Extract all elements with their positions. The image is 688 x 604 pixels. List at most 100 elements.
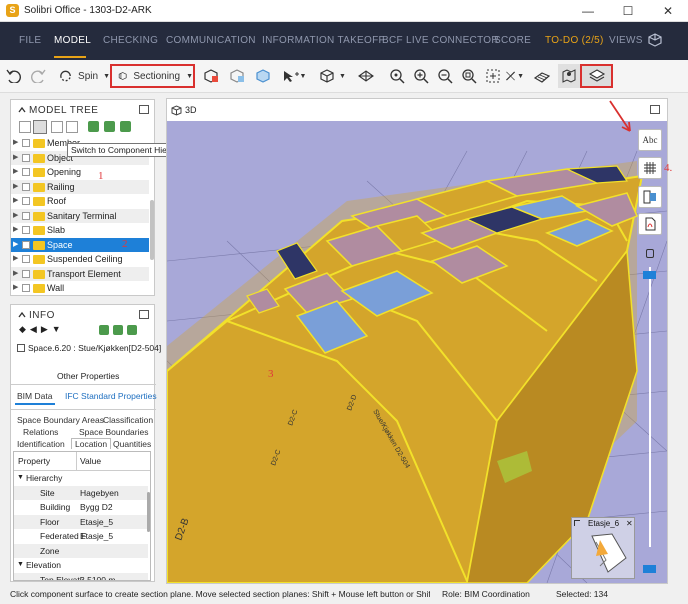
chevron-down-icon: ▼ bbox=[339, 72, 346, 80]
link-icon[interactable] bbox=[99, 325, 109, 335]
table-row[interactable]: Top Elevati 3.5100 m bbox=[14, 572, 148, 580]
table-row[interactable]: Site Hagebyen bbox=[14, 485, 148, 500]
table-row[interactable]: Floor Etasje_5 bbox=[14, 514, 148, 529]
maximize-button[interactable]: ☐ bbox=[608, 0, 648, 22]
compare-views-icon[interactable] bbox=[638, 186, 662, 208]
tab-identification[interactable]: Identification bbox=[17, 439, 65, 449]
perspective-icon[interactable] bbox=[354, 64, 378, 88]
tree-item-sanitary-terminal[interactable]: ▶ Sanitary Terminal bbox=[11, 208, 149, 223]
toolbar: Spin ▼ Sectioning ▼ ▼ ▼ ▼ bbox=[0, 60, 688, 93]
spin-label: Spin bbox=[78, 70, 99, 82]
tab-space-boundaries[interactable]: Space Boundaries bbox=[79, 427, 148, 437]
zoom-window-icon[interactable] bbox=[458, 64, 480, 88]
tree-item-opening[interactable]: ▶ Opening bbox=[11, 165, 149, 180]
tree-item-space[interactable]: ▶ Space bbox=[11, 237, 149, 252]
model-tree-panel: MODEL TREE ▶ Member ▶ Object ▶ Opening ▶ Rai… bbox=[10, 99, 155, 296]
filter-tree-icon[interactable] bbox=[66, 121, 78, 133]
tab-bim-data[interactable]: BIM Data bbox=[17, 391, 52, 401]
expand-all-icon[interactable] bbox=[19, 121, 31, 133]
menu-model[interactable]: MODEL bbox=[54, 35, 91, 46]
undo-button[interactable] bbox=[4, 64, 24, 88]
zoom-in-icon[interactable] bbox=[410, 64, 432, 88]
table-row[interactable]: ▼ Hierarchy bbox=[14, 471, 148, 486]
tab-quantities[interactable]: Quantities bbox=[113, 439, 151, 449]
tree-item-roof[interactable]: ▶ Roof bbox=[11, 194, 149, 209]
close-window-button[interactable]: ✕ bbox=[648, 0, 688, 22]
tree-item-slab[interactable]: ▶ Slab bbox=[11, 223, 149, 238]
floor-minimap[interactable]: Etasje_6 ✕ bbox=[571, 517, 635, 579]
floor-plan-icon[interactable] bbox=[530, 64, 554, 88]
zoom-selected-icon[interactable] bbox=[482, 64, 504, 88]
transparency-icon[interactable] bbox=[252, 64, 274, 88]
menu-checking[interactable]: CHECKING bbox=[103, 35, 158, 46]
text-annotation-button[interactable]: Abc bbox=[638, 129, 662, 151]
menu-communication[interactable]: COMMUNICATION bbox=[166, 35, 256, 46]
maximize-panel-icon[interactable] bbox=[650, 105, 660, 114]
property-scrollbar[interactable] bbox=[147, 492, 150, 532]
tree-item-suspended-ceiling[interactable]: ▶ Suspended Ceiling bbox=[11, 252, 149, 267]
table-row[interactable]: Building Bygg D2 bbox=[14, 500, 148, 515]
spin-icon bbox=[60, 70, 71, 82]
isolate-red-icon[interactable] bbox=[200, 64, 222, 88]
sectioning-button[interactable]: Sectioning ▼ bbox=[110, 64, 195, 88]
grid-toggle-icon[interactable] bbox=[638, 157, 662, 179]
tree-item-transport-element[interactable]: ▶ Transport Element bbox=[11, 266, 149, 281]
chevron-down-icon: ▼ bbox=[186, 72, 193, 80]
tab-relations[interactable]: Relations bbox=[23, 427, 58, 437]
copy-selection-icon[interactable] bbox=[120, 121, 131, 132]
menu-todo[interactable]: TO-DO (2/5) bbox=[545, 35, 604, 46]
remove-selection-icon[interactable] bbox=[104, 121, 115, 132]
info-nav-arrows[interactable]: ◆◀▶▼ bbox=[19, 324, 65, 335]
location-map-icon[interactable] bbox=[558, 64, 580, 88]
status-role: Role: BIM Coordination bbox=[442, 589, 530, 599]
maximize-panel-icon[interactable] bbox=[139, 105, 149, 114]
tree-scrollbar[interactable] bbox=[150, 200, 154, 260]
other-properties-link[interactable]: Other Properties bbox=[57, 371, 119, 381]
annotation-arrow bbox=[609, 100, 631, 132]
collapse-panel-icon[interactable] bbox=[17, 310, 29, 320]
component-hierarchy-icon[interactable] bbox=[33, 120, 47, 134]
layers-button[interactable] bbox=[580, 64, 613, 88]
maximize-panel-icon[interactable] bbox=[139, 310, 149, 319]
basket-icon[interactable] bbox=[127, 325, 137, 335]
section-slider-top-handle[interactable] bbox=[643, 271, 656, 279]
tree-view-icon[interactable] bbox=[51, 121, 63, 133]
model-tree-title: MODEL TREE bbox=[29, 105, 99, 116]
menu-information-takeoff[interactable]: INFORMATION TAKEOFF bbox=[262, 35, 385, 46]
minimize-button[interactable]: — bbox=[568, 0, 608, 22]
3d-model-canvas[interactable]: Stue/Kjøkken D2-504 D2-B D2-C D2-C D2-D bbox=[167, 121, 667, 583]
redo-button[interactable] bbox=[28, 64, 48, 88]
tree-item-wall[interactable]: ▶ Wall bbox=[11, 281, 149, 294]
measure-icon[interactable]: ▼ bbox=[504, 64, 524, 88]
zoom-to-fit-icon[interactable] bbox=[386, 64, 408, 88]
select-tool-icon[interactable]: ▼ bbox=[278, 64, 308, 88]
table-row[interactable]: Zone bbox=[14, 543, 148, 558]
menu-views[interactable]: VIEWS bbox=[609, 35, 643, 46]
hide-components-icon[interactable] bbox=[226, 64, 248, 88]
close-icon[interactable]: ✕ bbox=[626, 519, 633, 528]
3d-viewport[interactable]: 3D Stue/Kjøkken D2-504 D2-B D2-C D2-C D2… bbox=[166, 98, 668, 584]
space-type-icon bbox=[17, 344, 25, 352]
table-row[interactable]: Federated F Etasje_5 bbox=[14, 529, 148, 544]
menu-score[interactable]: SCORE bbox=[494, 35, 531, 46]
menu-file[interactable]: FILE bbox=[19, 35, 41, 46]
collapse-panel-icon[interactable] bbox=[17, 105, 29, 115]
zoom-out-icon[interactable] bbox=[434, 64, 456, 88]
add-to-selection-icon[interactable] bbox=[113, 325, 123, 335]
spin-button[interactable]: Spin ▼ bbox=[58, 64, 110, 88]
pdf-export-icon[interactable] bbox=[638, 213, 662, 235]
view-cube-icon[interactable]: ▼ bbox=[314, 64, 350, 88]
section-slider-track[interactable] bbox=[649, 267, 651, 547]
tab-classification[interactable]: Classification bbox=[103, 415, 153, 425]
section-slider-bottom-handle[interactable] bbox=[643, 565, 656, 573]
tab-ifc-standard-properties[interactable]: IFC Standard Properties bbox=[65, 391, 157, 401]
settings-cube-icon[interactable] bbox=[648, 33, 662, 47]
table-row[interactable]: ▼ Elevation bbox=[14, 558, 148, 573]
tree-item-railing[interactable]: ▶ Railing bbox=[11, 179, 149, 194]
tab-location[interactable]: Location bbox=[71, 438, 112, 449]
divider bbox=[11, 409, 156, 410]
menu-bcf-live-connector[interactable]: BCF LIVE CONNECTOR bbox=[382, 35, 499, 46]
tab-space-boundary-areas[interactable]: Space Boundary Areas bbox=[17, 415, 104, 425]
add-selection-icon[interactable] bbox=[88, 121, 99, 132]
lock-icon[interactable] bbox=[646, 249, 654, 258]
